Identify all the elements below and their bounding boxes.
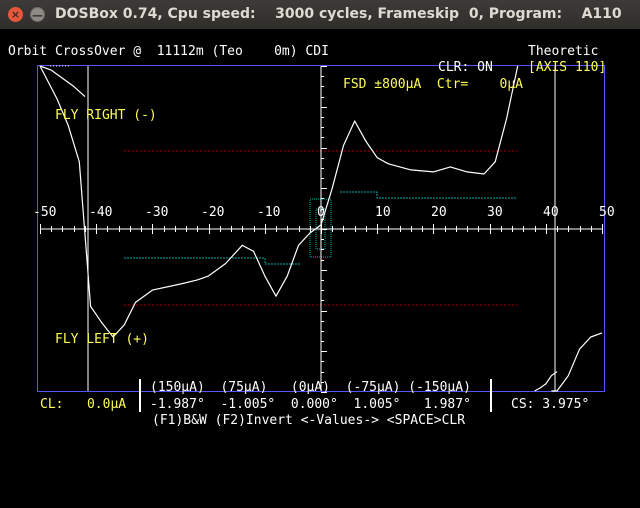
tick-label: -10 xyxy=(257,205,281,220)
bar-right xyxy=(340,191,517,199)
fsd-readout: FSD ±800µA Ctr= 0µA xyxy=(343,77,524,92)
tick-label: -50 xyxy=(33,205,57,220)
values-row-angles: -1.987° -1.005° 0.000° 1.005° 1.987° xyxy=(150,397,471,412)
cdi-curve-2 xyxy=(534,371,558,392)
cs-readout: CS: 3.975° xyxy=(511,397,590,412)
orbit-info: Orbit CrossOver @ 11112m (Teo 0m) CDI xyxy=(8,44,329,59)
clr-status: CLR: ON xyxy=(438,60,493,75)
tick-label: -30 xyxy=(145,205,169,220)
values-row-currents: (150µA) (75µA) (0µA) (-75µA) (-150µA) xyxy=(150,380,471,395)
tick-label: 50 xyxy=(599,205,615,220)
dos-screen: -50 -40 -30 -20 -10 0 10 20 30 40 50 Orb… xyxy=(0,29,640,508)
fly-left-label: FLY LEFT (+) xyxy=(55,332,149,347)
cdi-curve-0 xyxy=(39,65,519,338)
window-titlebar: × — DOSBox 0.74, Cpu speed: 3000 cycles,… xyxy=(0,0,640,29)
tick-label: -40 xyxy=(89,205,113,220)
window-title: DOSBox 0.74, Cpu speed: 3000 cycles, Fra… xyxy=(55,6,622,22)
footer-divider-left xyxy=(139,379,141,412)
cdi-curve-3 xyxy=(551,332,603,392)
tick-label: 30 xyxy=(487,205,503,220)
bar-left xyxy=(124,257,300,265)
footer-divider-right xyxy=(490,379,492,412)
tick-label: -20 xyxy=(201,205,225,220)
tick-label: 20 xyxy=(431,205,447,220)
tick-label: 40 xyxy=(543,205,559,220)
cl-readout: CL: 0.0µA xyxy=(40,397,127,412)
key-help[interactable]: (F1)B&W (F2)Invert <-Values-> <SPACE>CLR xyxy=(152,414,465,428)
tick-label: 0 xyxy=(317,205,325,220)
close-icon[interactable]: × xyxy=(8,7,23,22)
mode-label: Theoretic xyxy=(528,44,599,59)
minimize-icon[interactable]: — xyxy=(30,7,45,22)
fly-right-label: FLY RIGHT (-) xyxy=(55,108,157,123)
cdi-curve-1 xyxy=(39,65,86,98)
axis-label: [AXIS 110] xyxy=(528,60,607,75)
cdi-plot xyxy=(37,65,605,393)
tick-label: 10 xyxy=(375,205,391,220)
